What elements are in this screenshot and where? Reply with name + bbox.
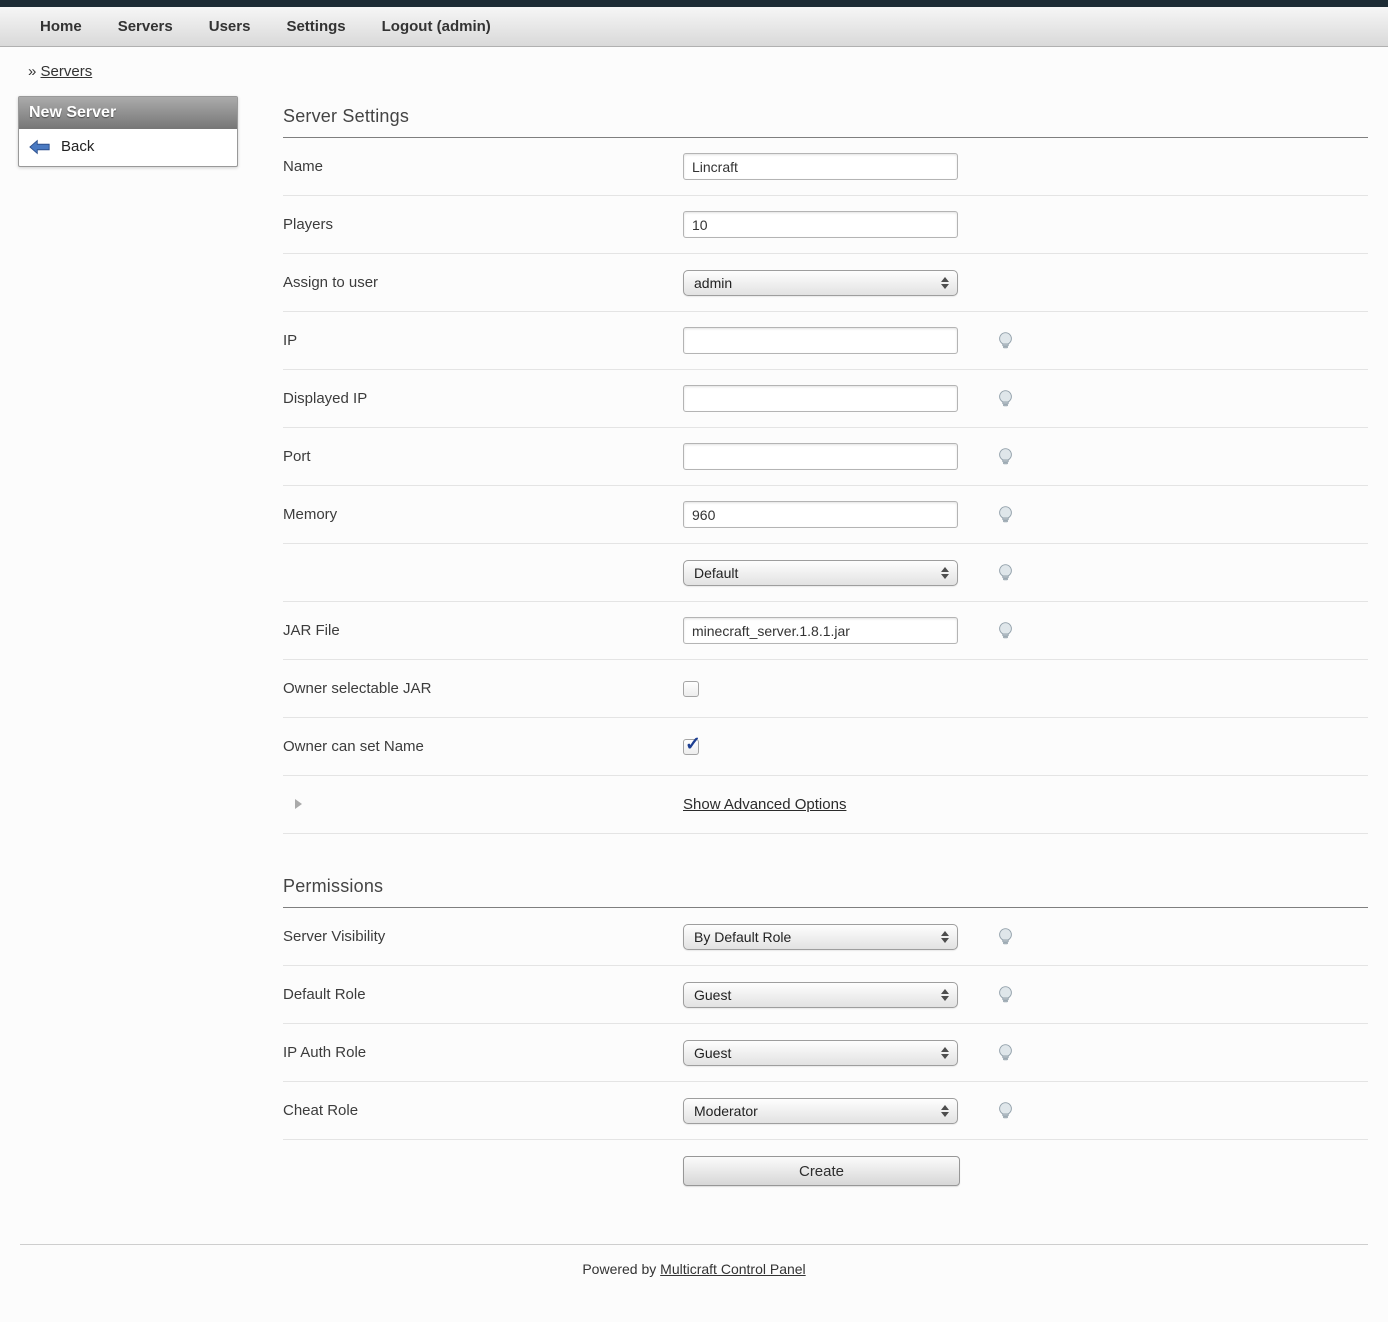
default-select-help-lightbulb-icon[interactable]	[996, 563, 1015, 582]
select-arrows-icon	[941, 931, 949, 943]
form-row-default-select: Default	[283, 544, 1368, 602]
cheat-role-label: Cheat Role	[283, 1102, 683, 1119]
server-visibility-select-value: By Default Role	[694, 929, 791, 945]
port-help-lightbulb-icon[interactable]	[996, 447, 1015, 466]
footer-text: Powered by	[582, 1261, 656, 1277]
jar-file-help-lightbulb-icon[interactable]	[996, 621, 1015, 640]
permissions-heading: Permissions	[283, 876, 1368, 897]
jar-file-input[interactable]	[683, 617, 958, 644]
sidebar-title: New Server	[19, 97, 237, 129]
memory-label: Memory	[283, 506, 683, 523]
displayed-ip-label: Displayed IP	[283, 390, 683, 407]
form-row-cheat-role: Cheat Role Moderator	[283, 1082, 1368, 1140]
disclosure-triangle-icon[interactable]	[295, 799, 302, 809]
memory-help-lightbulb-icon[interactable]	[996, 505, 1015, 524]
create-button[interactable]: Create	[683, 1156, 960, 1186]
form-row-owner-selectable-jar: Owner selectable JAR	[283, 660, 1368, 718]
ip-auth-role-select-value: Guest	[694, 1045, 731, 1061]
form-row-jar-file: JAR File	[283, 602, 1368, 660]
form-row-default-role: Default Role Guest	[283, 966, 1368, 1024]
ip-input[interactable]	[683, 327, 958, 354]
assign-user-label: Assign to user	[283, 274, 683, 291]
content: New Server Back Server Settings Name	[0, 96, 1388, 1186]
back-button[interactable]: Back	[19, 129, 237, 166]
players-label: Players	[283, 216, 683, 233]
cheat-role-help-lightbulb-icon[interactable]	[996, 1101, 1015, 1120]
form-row-port: Port	[283, 428, 1368, 486]
breadcrumb: » Servers	[0, 47, 1388, 80]
port-label: Port	[283, 448, 683, 465]
form-row-assign-user: Assign to user admin	[283, 254, 1368, 312]
displayed-ip-input[interactable]	[683, 385, 958, 412]
form-row-memory: Memory	[283, 486, 1368, 544]
default-select-value: Default	[694, 565, 738, 581]
port-input[interactable]	[683, 443, 958, 470]
nav-item-users[interactable]: Users	[209, 18, 251, 35]
cheat-role-select-value: Moderator	[694, 1103, 758, 1119]
main-navigation: Home Servers Users Settings Logout (admi…	[0, 7, 1388, 47]
form-row-owner-can-set-name: Owner can set Name	[283, 718, 1368, 776]
nav-item-home[interactable]: Home	[40, 18, 82, 35]
top-strip	[0, 0, 1388, 7]
form-row-players: Players	[283, 196, 1368, 254]
footer: Powered by Multicraft Control Panel	[20, 1244, 1368, 1311]
server-visibility-select[interactable]: By Default Role	[683, 924, 958, 950]
create-row: Create	[283, 1156, 1368, 1186]
ip-label: IP	[283, 332, 683, 349]
form-row-ip: IP	[283, 312, 1368, 370]
default-role-select[interactable]: Guest	[683, 982, 958, 1008]
select-arrows-icon	[941, 989, 949, 1001]
nav-item-servers[interactable]: Servers	[118, 18, 173, 35]
cheat-role-select[interactable]: Moderator	[683, 1098, 958, 1124]
server-visibility-label: Server Visibility	[283, 928, 683, 945]
select-arrows-icon	[941, 1105, 949, 1117]
nav-item-settings[interactable]: Settings	[286, 18, 345, 35]
default-select[interactable]: Default	[683, 560, 958, 586]
default-role-help-lightbulb-icon[interactable]	[996, 985, 1015, 1004]
default-role-label: Default Role	[283, 986, 683, 1003]
form-row-name: Name	[283, 138, 1368, 196]
owner-selectable-jar-checkbox[interactable]	[683, 681, 699, 697]
ip-auth-role-help-lightbulb-icon[interactable]	[996, 1043, 1015, 1062]
owner-selectable-jar-label: Owner selectable JAR	[283, 680, 683, 697]
name-input[interactable]	[683, 153, 958, 180]
jar-file-label: JAR File	[283, 622, 683, 639]
ip-help-lightbulb-icon[interactable]	[996, 331, 1015, 350]
select-arrows-icon	[941, 277, 949, 289]
select-arrows-icon	[941, 1047, 949, 1059]
form-row-advanced-options: Show Advanced Options	[283, 776, 1368, 834]
breadcrumb-servers-link[interactable]: Servers	[41, 63, 93, 80]
select-arrows-icon	[941, 567, 949, 579]
owner-can-set-name-checkbox[interactable]	[683, 739, 699, 755]
page: Home Servers Users Settings Logout (admi…	[0, 0, 1388, 1322]
main-form: Server Settings Name Players Assign to u…	[283, 96, 1368, 1186]
players-input[interactable]	[683, 211, 958, 238]
owner-can-set-name-label: Owner can set Name	[283, 738, 683, 755]
footer-multicraft-link[interactable]: Multicraft Control Panel	[660, 1261, 806, 1277]
show-advanced-options-link[interactable]: Show Advanced Options	[683, 796, 846, 813]
memory-input[interactable]	[683, 501, 958, 528]
form-row-server-visibility: Server Visibility By Default Role	[283, 908, 1368, 966]
nav-item-logout[interactable]: Logout (admin)	[382, 18, 491, 35]
back-arrow-icon	[29, 139, 51, 155]
breadcrumb-prefix: »	[28, 63, 36, 80]
permissions-section: Permissions Server Visibility By Default…	[283, 876, 1368, 1186]
server-visibility-help-lightbulb-icon[interactable]	[996, 927, 1015, 946]
ip-auth-role-select[interactable]: Guest	[683, 1040, 958, 1066]
sidebar-panel: New Server Back	[18, 96, 238, 167]
displayed-ip-help-lightbulb-icon[interactable]	[996, 389, 1015, 408]
name-label: Name	[283, 158, 683, 175]
ip-auth-role-label: IP Auth Role	[283, 1044, 683, 1061]
form-row-displayed-ip: Displayed IP	[283, 370, 1368, 428]
form-row-ip-auth-role: IP Auth Role Guest	[283, 1024, 1368, 1082]
assign-user-select[interactable]: admin	[683, 270, 958, 296]
back-label: Back	[61, 138, 94, 155]
assign-user-select-value: admin	[694, 275, 732, 291]
server-settings-heading: Server Settings	[283, 106, 1368, 127]
default-role-select-value: Guest	[694, 987, 731, 1003]
